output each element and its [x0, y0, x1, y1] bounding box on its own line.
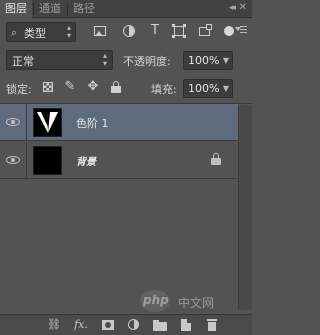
eye-icon[interactable] [6, 116, 20, 128]
lock-icon [211, 153, 221, 165]
watermark-logo: php [143, 293, 169, 307]
panel-tab-bar: 图层 通道 路径 ◂◂ ✕ [0, 0, 252, 18]
layer-row-background[interactable]: 背景 [0, 142, 238, 179]
lock-all-icon[interactable] [108, 79, 124, 95]
new-adjustment-icon[interactable] [126, 318, 142, 332]
opacity-value: 100% [188, 54, 220, 67]
updown-chevron-icon: ▴ ▾ [66, 23, 71, 40]
layers-bottom-toolbar: ⛓ fx. [0, 314, 252, 335]
tab-layers[interactable]: 图层 [0, 0, 32, 18]
chevron-down-icon[interactable]: ▼ [223, 56, 229, 65]
chevron-down-icon[interactable]: ▼ [223, 84, 229, 93]
type-filter-icon[interactable]: T [147, 23, 163, 39]
watermark-text: 中文网 [178, 296, 215, 310]
fill-value: 100% [188, 82, 220, 95]
fill-label: 填充: [151, 83, 177, 96]
fx-icon[interactable]: fx. [73, 318, 89, 332]
collapse-panel-icon[interactable]: ◂◂ [229, 3, 236, 13]
tab-paths[interactable]: 路径 [68, 0, 100, 18]
blend-mode-value: 正常 [12, 55, 34, 68]
filter-type-select[interactable]: ⌕ 类型 ▴ ▾ [6, 22, 76, 42]
filter-type-label: 类型 [24, 27, 46, 40]
layer-row-levels[interactable]: 色阶 1 [0, 104, 238, 141]
lock-image-icon[interactable]: ✎ [62, 79, 78, 95]
opacity-label: 不透明度: [123, 55, 171, 68]
layer-thumbnail [33, 146, 62, 175]
link-layers-icon[interactable]: ⛓ [46, 318, 62, 332]
image-filter-icon[interactable] [92, 23, 108, 39]
tab-channels[interactable]: 通道 [34, 0, 66, 18]
adjustment-filter-icon[interactable] [121, 23, 137, 39]
filter-toggle-icon[interactable] [221, 23, 237, 39]
layers-scrollbar[interactable] [238, 105, 252, 310]
eye-icon[interactable] [6, 154, 20, 166]
fill-field[interactable]: 100% ▼ [183, 79, 233, 98]
close-panel-icon[interactable]: ✕ [239, 2, 247, 13]
lock-transparent-icon[interactable] [40, 79, 56, 95]
new-layer-icon[interactable] [178, 318, 194, 332]
layer-name: 色阶 1 [76, 117, 109, 130]
smart-object-filter-icon[interactable] [197, 23, 213, 39]
watermark: php 中文网 [140, 290, 252, 314]
updown-chevron-icon: ▴ ▾ [102, 51, 107, 68]
delete-layer-icon[interactable] [204, 318, 220, 332]
mask-thumbnail-icon [34, 109, 61, 136]
lock-label: 锁定: [6, 83, 32, 96]
lock-position-icon[interactable]: ✥ [85, 79, 101, 95]
layer-thumbnail [33, 108, 62, 137]
layer-name: 背景 [76, 157, 96, 168]
opacity-field[interactable]: 100% ▼ [183, 51, 233, 70]
new-group-icon[interactable] [152, 318, 168, 332]
layer-mask-icon[interactable] [100, 318, 116, 332]
search-icon: ⌕ [11, 26, 18, 39]
shape-filter-icon[interactable] [171, 23, 187, 39]
blend-mode-select[interactable]: 正常 ▴ ▾ [6, 50, 113, 70]
